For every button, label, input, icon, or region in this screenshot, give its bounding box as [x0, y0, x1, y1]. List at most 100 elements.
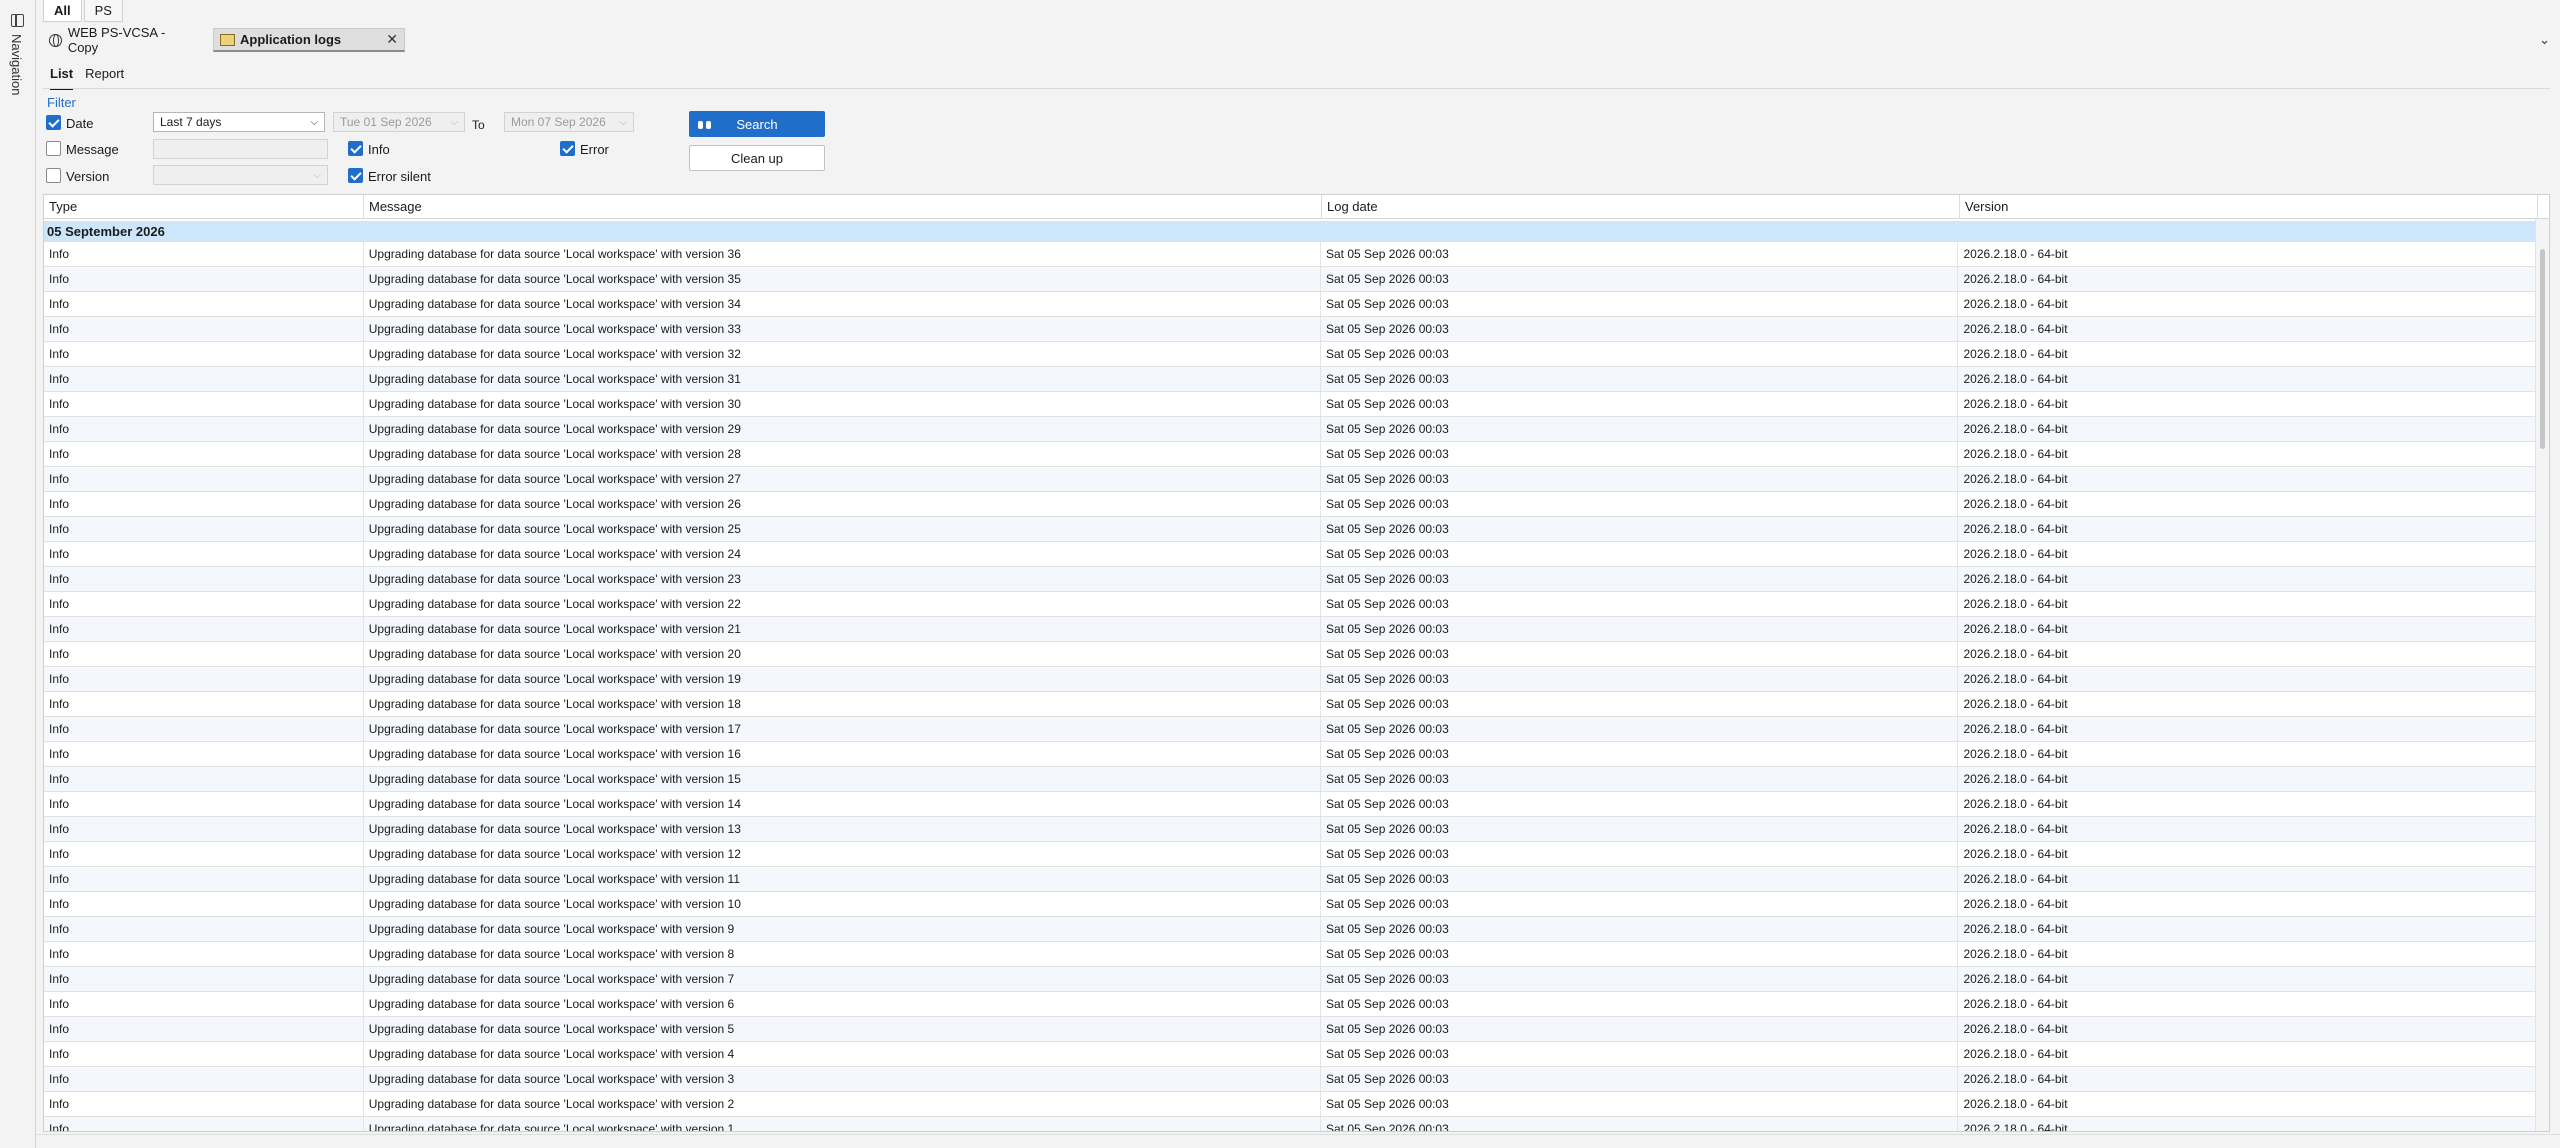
- table-row[interactable]: Info Upgrading database for data source '…: [44, 942, 2536, 967]
- table-row[interactable]: Info Upgrading database for data source '…: [44, 617, 2536, 642]
- table-row[interactable]: Info Upgrading database for data source '…: [44, 867, 2536, 892]
- cell-message: Upgrading database for data source 'Loca…: [364, 242, 1321, 266]
- cell-log-date: Sat 05 Sep 2026 00:03: [1321, 417, 1959, 441]
- error-silent-checkbox[interactable]: [348, 168, 363, 183]
- table-row[interactable]: Info Upgrading database for data source '…: [44, 517, 2536, 542]
- date-to-picker[interactable]: Mon 07 Sep 2026 ⌵: [504, 112, 634, 132]
- cell-version: 2026.2.18.0 - 64-bit: [1958, 742, 2536, 766]
- tab-report[interactable]: Report: [85, 66, 124, 88]
- close-icon[interactable]: ✕: [386, 31, 398, 48]
- cell-log-date: Sat 05 Sep 2026 00:03: [1321, 967, 1959, 991]
- cell-type: Info: [44, 842, 364, 866]
- error-label: Error: [580, 142, 609, 157]
- version-checkbox[interactable]: [46, 168, 61, 183]
- cell-message: Upgrading database for data source 'Loca…: [364, 967, 1321, 991]
- table-row[interactable]: Info Upgrading database for data source '…: [44, 392, 2536, 417]
- cell-version: 2026.2.18.0 - 64-bit: [1958, 267, 2536, 291]
- table-row[interactable]: Info Upgrading database for data source '…: [44, 1042, 2536, 1067]
- cell-message: Upgrading database for data source 'Loca…: [364, 717, 1321, 741]
- table-row[interactable]: Info Upgrading database for data source '…: [44, 1067, 2536, 1092]
- table-row[interactable]: Info Upgrading database for data source '…: [44, 317, 2536, 342]
- table-row[interactable]: Info Upgrading database for data source '…: [44, 467, 2536, 492]
- cell-type: Info: [44, 1117, 364, 1131]
- table-row[interactable]: Info Upgrading database for data source '…: [44, 742, 2536, 767]
- table-row[interactable]: Info Upgrading database for data source '…: [44, 892, 2536, 917]
- table-row[interactable]: Info Upgrading database for data source '…: [44, 292, 2536, 317]
- table-row[interactable]: Info Upgrading database for data source '…: [44, 767, 2536, 792]
- table-row[interactable]: Info Upgrading database for data source '…: [44, 917, 2536, 942]
- error-checkbox[interactable]: [560, 141, 575, 156]
- cell-log-date: Sat 05 Sep 2026 00:03: [1321, 442, 1959, 466]
- cell-message: Upgrading database for data source 'Loca…: [364, 617, 1321, 641]
- cell-version: 2026.2.18.0 - 64-bit: [1958, 792, 2536, 816]
- tab-ps[interactable]: PS: [83, 0, 123, 22]
- message-input[interactable]: [153, 139, 328, 159]
- cell-message: Upgrading database for data source 'Loca…: [364, 592, 1321, 616]
- cell-log-date: Sat 05 Sep 2026 00:03: [1321, 667, 1959, 691]
- table-row[interactable]: Info Upgrading database for data source '…: [44, 592, 2536, 617]
- table-row[interactable]: Info Upgrading database for data source '…: [44, 717, 2536, 742]
- column-header-log-date[interactable]: Log date: [1322, 195, 1960, 219]
- column-header-type[interactable]: Type: [44, 195, 364, 219]
- cell-version: 2026.2.18.0 - 64-bit: [1958, 317, 2536, 341]
- table-row[interactable]: Info Upgrading database for data source '…: [44, 692, 2536, 717]
- date-range-select[interactable]: Last 7 days ⌵: [153, 112, 325, 132]
- table-row[interactable]: Info Upgrading database for data source '…: [44, 417, 2536, 442]
- table-row[interactable]: Info Upgrading database for data source '…: [44, 667, 2536, 692]
- cell-log-date: Sat 05 Sep 2026 00:03: [1321, 1017, 1959, 1041]
- cell-log-date: Sat 05 Sep 2026 00:03: [1321, 1067, 1959, 1091]
- cell-message: Upgrading database for data source 'Loca…: [364, 367, 1321, 391]
- cell-version: 2026.2.18.0 - 64-bit: [1958, 767, 2536, 791]
- table-row[interactable]: Info Upgrading database for data source '…: [44, 642, 2536, 667]
- cell-type: Info: [44, 392, 364, 416]
- cell-log-date: Sat 05 Sep 2026 00:03: [1321, 867, 1959, 891]
- cell-log-date: Sat 05 Sep 2026 00:03: [1321, 317, 1959, 341]
- table-row[interactable]: Info Upgrading database for data source '…: [44, 492, 2536, 517]
- navigation-rail[interactable]: Navigation: [0, 0, 36, 1148]
- group-row[interactable]: 05 September 2026: [44, 221, 2536, 242]
- scrollbar-thumb[interactable]: [2540, 249, 2545, 449]
- search-button-label: Search: [736, 116, 778, 132]
- tab-application-logs[interactable]: Application logs ✕: [213, 28, 405, 52]
- vertical-scrollbar[interactable]: [2535, 219, 2549, 1131]
- cleanup-button[interactable]: Clean up: [689, 145, 825, 171]
- table-row[interactable]: Info Upgrading database for data source '…: [44, 1017, 2536, 1042]
- cell-version: 2026.2.18.0 - 64-bit: [1958, 567, 2536, 591]
- table-row[interactable]: Info Upgrading database for data source '…: [44, 367, 2536, 392]
- table-row[interactable]: Info Upgrading database for data source '…: [44, 992, 2536, 1017]
- cell-version: 2026.2.18.0 - 64-bit: [1958, 1117, 2536, 1131]
- cell-log-date: Sat 05 Sep 2026 00:03: [1321, 1117, 1959, 1131]
- cell-version: 2026.2.18.0 - 64-bit: [1958, 1092, 2536, 1116]
- table-row[interactable]: Info Upgrading database for data source '…: [44, 1092, 2536, 1117]
- cell-message: Upgrading database for data source 'Loca…: [364, 317, 1321, 341]
- date-from-picker[interactable]: Tue 01 Sep 2026 ⌵: [333, 112, 465, 132]
- table-row[interactable]: Info Upgrading database for data source '…: [44, 967, 2536, 992]
- tab-list[interactable]: List: [50, 66, 74, 90]
- table-row[interactable]: Info Upgrading database for data source '…: [44, 1117, 2536, 1131]
- table-row[interactable]: Info Upgrading database for data source '…: [44, 817, 2536, 842]
- column-header-message[interactable]: Message: [364, 195, 1322, 219]
- panel-toggle-icon[interactable]: [11, 14, 24, 27]
- table-row[interactable]: Info Upgrading database for data source '…: [44, 542, 2536, 567]
- view-tabs: List Report: [50, 66, 136, 90]
- table-row[interactable]: Info Upgrading database for data source '…: [44, 267, 2536, 292]
- cell-type: Info: [44, 692, 364, 716]
- date-checkbox[interactable]: [46, 115, 61, 130]
- tab-web-ps-vcsa-copy[interactable]: WEB PS-VCSA - Copy: [43, 25, 203, 55]
- message-checkbox[interactable]: [46, 141, 61, 156]
- table-row[interactable]: Info Upgrading database for data source '…: [44, 792, 2536, 817]
- table-row[interactable]: Info Upgrading database for data source '…: [44, 242, 2536, 267]
- table-row[interactable]: Info Upgrading database for data source '…: [44, 567, 2536, 592]
- cell-type: Info: [44, 717, 364, 741]
- table-row[interactable]: Info Upgrading database for data source '…: [44, 442, 2536, 467]
- table-row[interactable]: Info Upgrading database for data source '…: [44, 842, 2536, 867]
- logs-grid[interactable]: Type Message Log date Version 05 Septemb…: [43, 194, 2550, 1132]
- version-select[interactable]: ⌵: [153, 165, 328, 185]
- navigation-label[interactable]: Navigation: [9, 34, 24, 95]
- tab-all[interactable]: All: [43, 0, 82, 22]
- table-row[interactable]: Info Upgrading database for data source '…: [44, 342, 2536, 367]
- chevron-down-icon[interactable]: ⌄: [2539, 32, 2550, 48]
- info-checkbox[interactable]: [348, 141, 363, 156]
- column-header-version[interactable]: Version: [1960, 195, 2538, 219]
- search-button[interactable]: Search: [689, 111, 825, 137]
